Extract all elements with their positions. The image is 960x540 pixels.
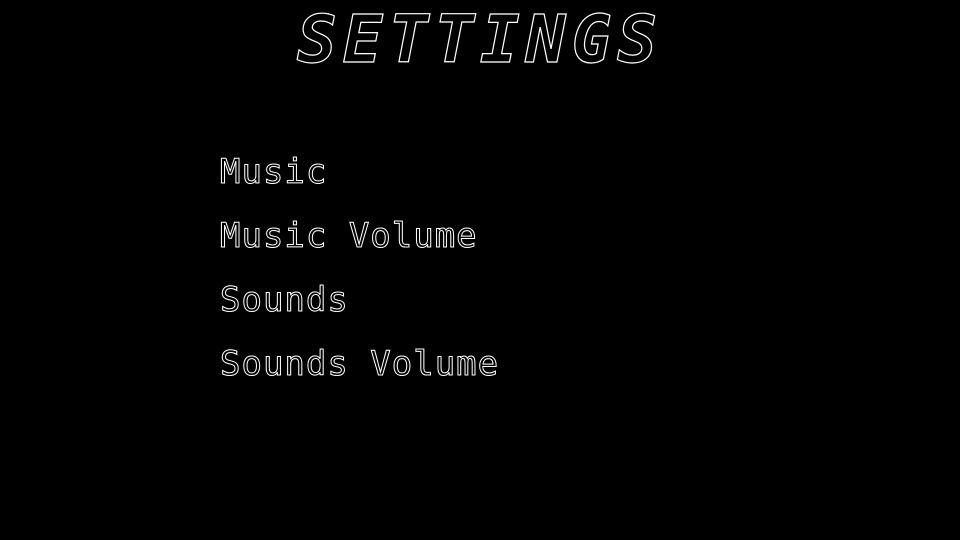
menu-item-music[interactable]: Music [219, 140, 499, 204]
menu-item-sounds[interactable]: Sounds [219, 268, 499, 332]
page-title: SETTINGS [296, 1, 663, 78]
menu-item-music-volume[interactable]: Music Volume [219, 204, 499, 268]
settings-menu: Music Music Volume Sounds Sounds Volume [219, 140, 499, 396]
menu-item-sounds-volume[interactable]: Sounds Volume [219, 332, 499, 396]
settings-screen: SETTINGS Music Music Volume Sounds Sound… [0, 0, 960, 540]
